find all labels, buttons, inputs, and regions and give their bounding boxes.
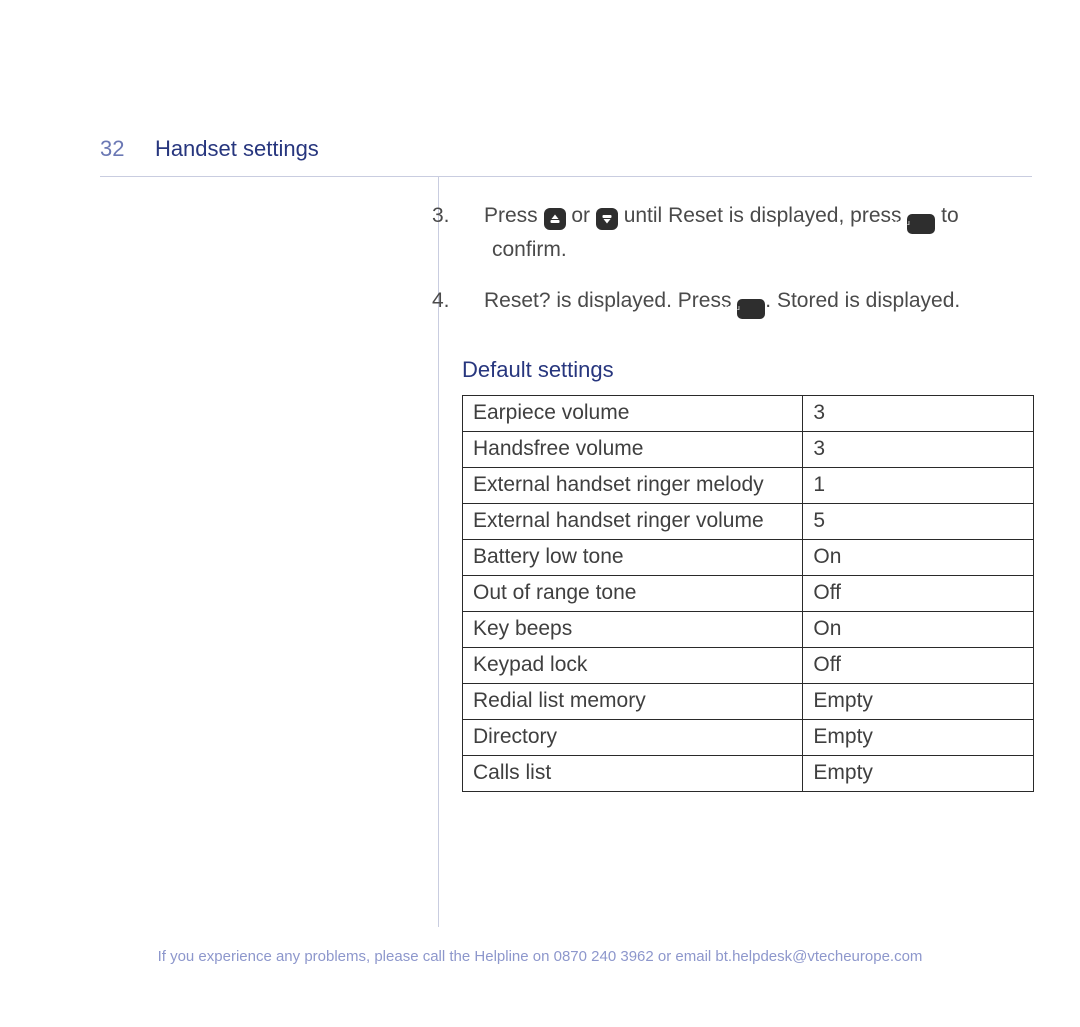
- table-row: External handset ringer volume5: [463, 504, 1034, 540]
- step-4: 4.Reset? is displayed. Press Menu. Store…: [462, 285, 1032, 319]
- page-number: 32: [100, 136, 124, 162]
- default-settings-heading: Default settings: [462, 357, 1032, 383]
- step-3-reset-word: Reset: [668, 204, 723, 227]
- table-row: Out of range toneOff: [463, 576, 1034, 612]
- setting-value: 3: [803, 396, 1034, 432]
- step-4-number: 4.: [462, 285, 484, 318]
- setting-value: Off: [803, 576, 1034, 612]
- step-4-text-c: is displayed.: [839, 289, 960, 312]
- step-4-resetq-word: Reset?: [484, 289, 551, 312]
- step-4-stored-word: Stored: [777, 289, 839, 312]
- menu-key-icon: Menu: [907, 214, 935, 234]
- page-header: 32 Handset settings: [100, 136, 1032, 177]
- page-title: Handset settings: [155, 136, 319, 162]
- setting-value: 1: [803, 468, 1034, 504]
- setting-value: Empty: [803, 684, 1034, 720]
- setting-name: Calls list: [463, 756, 803, 792]
- default-settings-table: Earpiece volume3 Handsfree volume3 Exter…: [462, 395, 1034, 792]
- setting-name: Redial list memory: [463, 684, 803, 720]
- setting-name: Out of range tone: [463, 576, 803, 612]
- setting-value: On: [803, 612, 1034, 648]
- step-3: 3.Press or until Reset is displayed, pre…: [462, 200, 1032, 267]
- step-3-text-a: Press: [484, 204, 544, 227]
- setting-name: Key beeps: [463, 612, 803, 648]
- setting-name: External handset ringer volume: [463, 504, 803, 540]
- table-row: Redial list memoryEmpty: [463, 684, 1034, 720]
- step-3-text-c: until: [618, 204, 668, 227]
- setting-value: On: [803, 540, 1034, 576]
- setting-name: External handset ringer melody: [463, 468, 803, 504]
- setting-name: Handsfree volume: [463, 432, 803, 468]
- table-row: External handset ringer melody1: [463, 468, 1034, 504]
- table-row: Keypad lockOff: [463, 648, 1034, 684]
- table-row: Key beepsOn: [463, 612, 1034, 648]
- table-row: Calls listEmpty: [463, 756, 1034, 792]
- setting-value: Off: [803, 648, 1034, 684]
- table-row: Battery low toneOn: [463, 540, 1034, 576]
- setting-value: Empty: [803, 756, 1034, 792]
- setting-name: Battery low tone: [463, 540, 803, 576]
- content-area: 3.Press or until Reset is displayed, pre…: [462, 200, 1032, 792]
- setting-value: 3: [803, 432, 1034, 468]
- step-3-text-b: or: [566, 204, 596, 227]
- page-footer: If you experience any problems, please c…: [0, 948, 1080, 965]
- up-key-icon: [544, 208, 566, 230]
- menu-key-icon: Menu: [737, 299, 765, 319]
- setting-name: Keypad lock: [463, 648, 803, 684]
- setting-name: Earpiece volume: [463, 396, 803, 432]
- down-key-icon: [596, 208, 618, 230]
- table-row: Earpiece volume3: [463, 396, 1034, 432]
- setting-value: 5: [803, 504, 1034, 540]
- table-row: Handsfree volume3: [463, 432, 1034, 468]
- setting-value: Empty: [803, 720, 1034, 756]
- step-3-number: 3.: [462, 200, 484, 233]
- step-4-text-b: .: [765, 289, 777, 312]
- table-row: DirectoryEmpty: [463, 720, 1034, 756]
- manual-page: 32 Handset settings 3.Press or until Res…: [0, 0, 1080, 1027]
- step-3-text-d: is displayed, press: [723, 204, 907, 227]
- setting-name: Directory: [463, 720, 803, 756]
- step-4-text-a: is displayed. Press: [551, 289, 738, 312]
